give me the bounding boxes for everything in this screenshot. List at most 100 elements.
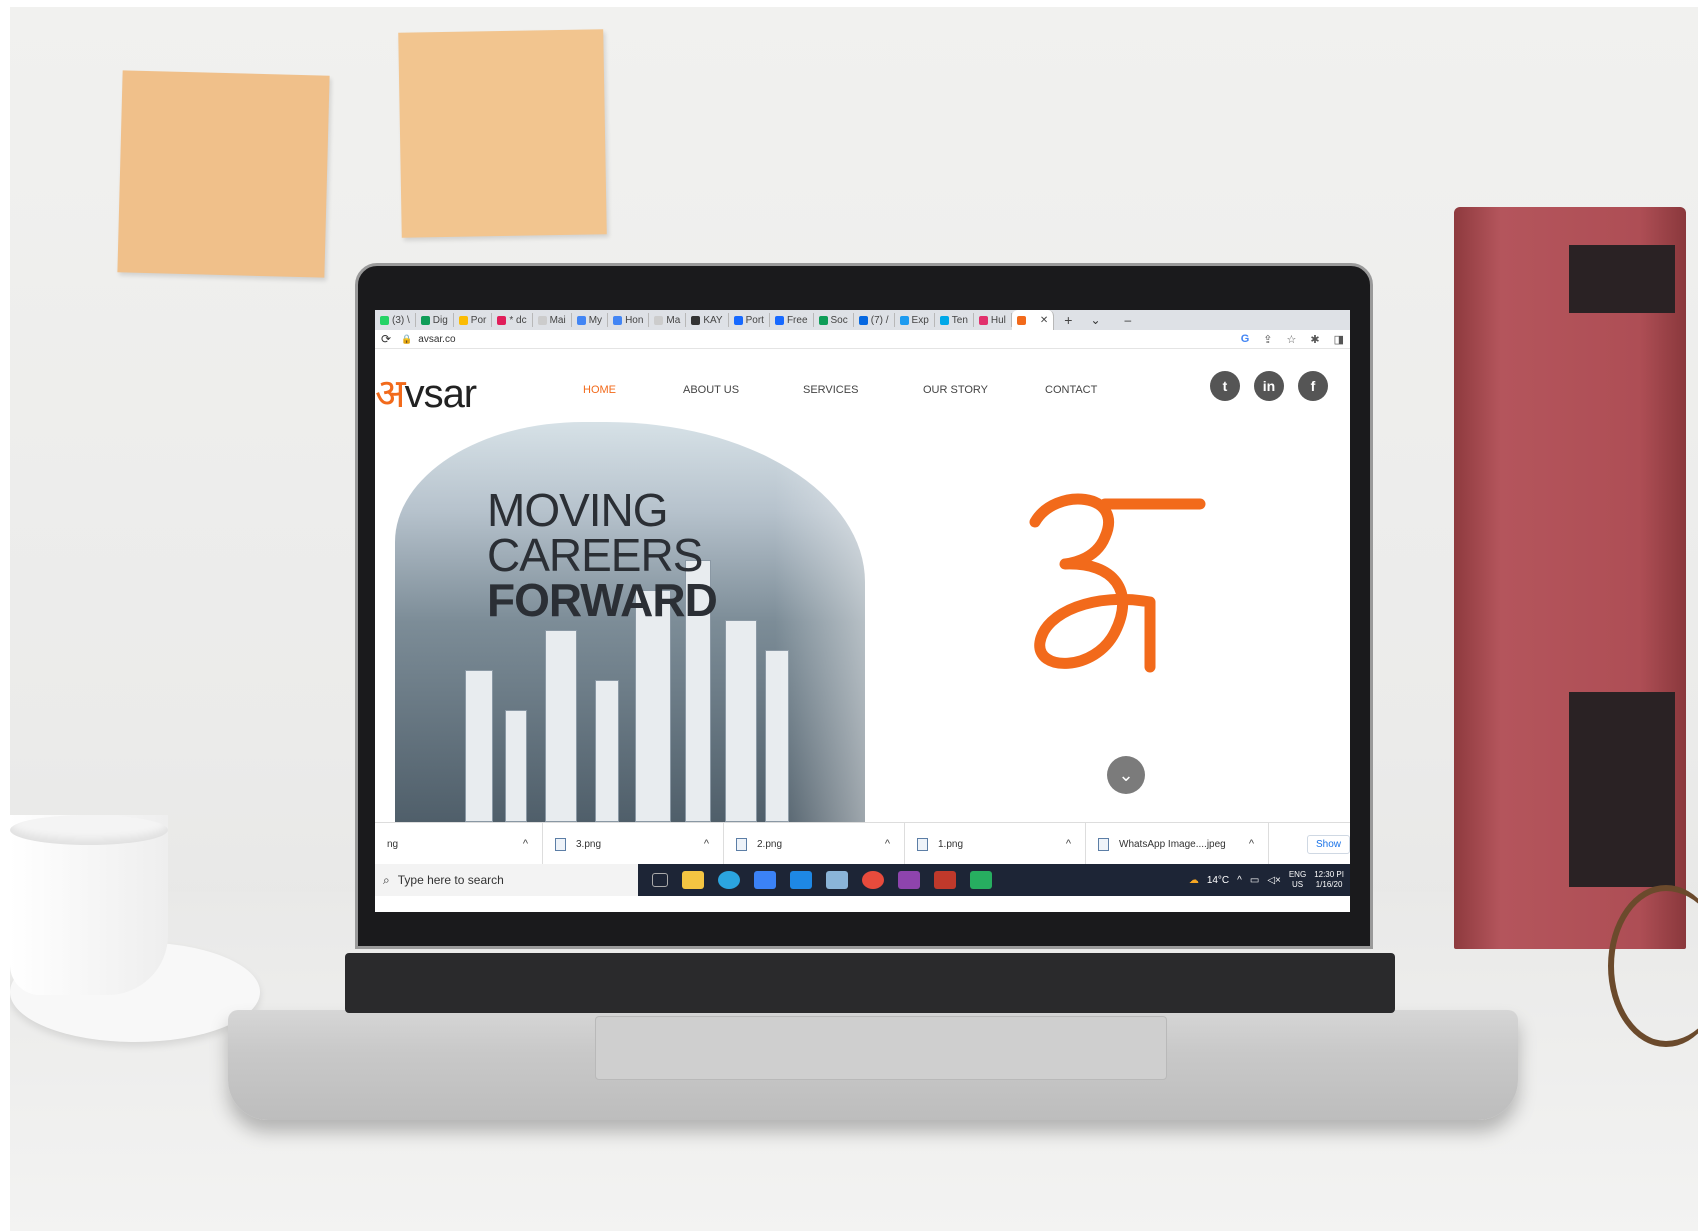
browser-tab[interactable]: My	[572, 313, 609, 327]
nav-about-us[interactable]: ABOUT US	[683, 384, 739, 396]
temperature[interactable]: 14°C	[1207, 875, 1229, 886]
browser-tab[interactable]: Ten	[935, 313, 974, 327]
laptop-screen: (3) \ Dig Por * dc Mai My Hon Ma KAY Port Free Soc (…	[375, 310, 1350, 912]
sticky-note	[398, 29, 607, 238]
mail-icon[interactable]	[790, 871, 812, 889]
downloads-bar: ng ^ 3.png ^ 2.png ^ 1.png ^ WhatsApp Image.…	[375, 822, 1350, 865]
tab-label: My	[588, 314, 603, 326]
edge-icon[interactable]	[718, 871, 740, 889]
browser-tab[interactable]: * dc	[492, 313, 533, 327]
download-item[interactable]: 1.png ^	[905, 823, 1086, 865]
tab-favicon-icon	[978, 315, 988, 325]
tab-favicon-icon	[576, 315, 586, 325]
browser-tab[interactable]: Exp	[895, 313, 935, 327]
browser-tab[interactable]: Hon	[608, 313, 650, 327]
scroll-down-button[interactable]: ⌄	[1107, 756, 1145, 794]
chevron-up-icon[interactable]: ^	[1066, 838, 1071, 850]
volume-icon[interactable]: ◁×	[1267, 875, 1281, 886]
chrome-icon[interactable]	[862, 871, 884, 889]
hero-line-careers: CAREERS	[487, 529, 703, 581]
tab-favicon-icon	[858, 315, 868, 325]
tab-label: (7) /	[870, 314, 889, 326]
download-item[interactable]: 3.png ^	[543, 823, 724, 865]
tab-favicon-icon	[1016, 315, 1026, 325]
browser-tab[interactable]: Por	[454, 313, 493, 327]
close-tab-icon[interactable]: ✕	[1040, 315, 1048, 326]
tab-favicon-icon	[774, 315, 784, 325]
minimize-icon[interactable]: –	[1125, 313, 1132, 327]
keyboard	[345, 953, 1395, 1013]
browser-tab[interactable]: (7) /	[854, 313, 895, 327]
chevron-up-icon[interactable]: ^	[1249, 838, 1254, 850]
file-explorer-icon[interactable]	[682, 871, 704, 889]
tab-label: Mai	[549, 314, 566, 326]
twitter-icon[interactable]: t	[1210, 371, 1240, 401]
task-view-icon[interactable]	[652, 873, 668, 887]
network-icon[interactable]: ▭	[1250, 875, 1259, 886]
url-text[interactable]: avsar.co	[418, 334, 455, 345]
chevron-up-icon[interactable]: ^	[523, 838, 528, 850]
browser-tab-strip: (3) \ Dig Por * dc Mai My Hon Ma KAY Port Free Soc (…	[375, 310, 1350, 330]
tab-favicon-icon	[899, 315, 909, 325]
star-icon[interactable]: ☆	[1287, 333, 1297, 346]
download-item[interactable]: WhatsApp Image....jpeg ^	[1086, 823, 1269, 865]
facebook-icon[interactable]: f	[1298, 371, 1328, 401]
clock[interactable]: 12:30 PI 1/16/20	[1314, 870, 1344, 890]
sidepanel-icon[interactable]: ◨	[1334, 333, 1344, 346]
language-indicator[interactable]: ENG US	[1289, 870, 1306, 890]
screen-bezel	[375, 912, 1350, 940]
nav-home[interactable]: HOME	[583, 384, 616, 396]
tab-favicon-icon	[537, 315, 547, 325]
app-icon[interactable]	[826, 871, 848, 889]
file-icon	[1098, 837, 1109, 851]
weather-icon[interactable]: ☁	[1189, 875, 1199, 886]
chevron-up-icon[interactable]: ^	[704, 838, 709, 850]
winrar-icon[interactable]	[898, 871, 920, 889]
browser-tab[interactable]: ✕	[1011, 310, 1055, 330]
browser-tab[interactable]: Ma	[649, 313, 687, 327]
cup-rim	[10, 815, 168, 845]
chevron-up-icon[interactable]: ^	[1237, 875, 1242, 886]
excel-icon[interactable]	[970, 871, 992, 889]
reload-icon[interactable]: ⟳	[381, 332, 391, 346]
download-item[interactable]: ng ^	[375, 823, 543, 865]
app-icon[interactable]	[934, 871, 956, 889]
tab-label: Por	[470, 314, 487, 326]
hero-banner: MOVING CAREERS FORWARD ⌄	[375, 422, 1350, 822]
extensions-icon[interactable]: ✱	[1310, 333, 1319, 346]
new-tab-button[interactable]: +	[1064, 312, 1072, 328]
browser-tab[interactable]: Dig	[416, 313, 454, 327]
browser-tab[interactable]: KAY	[686, 313, 729, 327]
avsar-logo-mark	[1029, 493, 1206, 673]
browser-tab[interactable]: (3) \	[375, 313, 416, 327]
tab-favicon-icon	[818, 315, 828, 325]
browser-tab[interactable]: Soc	[814, 313, 854, 327]
chevron-up-icon[interactable]: ^	[885, 838, 890, 850]
linkedin-icon[interactable]: in	[1254, 371, 1284, 401]
browser-tab[interactable]: Hul	[974, 313, 1012, 327]
tab-label: Ma	[666, 314, 681, 326]
search-icon: ⌕	[383, 872, 390, 887]
nav-contact[interactable]: CONTACT	[1045, 384, 1097, 396]
tab-label: (3) \	[392, 314, 410, 326]
tab-favicon-icon	[458, 315, 468, 325]
download-item[interactable]: 2.png ^	[724, 823, 905, 865]
nav-our-story[interactable]: OUR STORY	[923, 384, 988, 396]
tab-favicon-icon	[939, 315, 949, 325]
tab-favicon-icon	[654, 315, 664, 325]
share-icon[interactable]: ⇪	[1263, 333, 1272, 346]
address-bar[interactable]: ⟳ 🔒 avsar.co G ⇪ ☆ ✱ ◨	[375, 330, 1350, 349]
tab-favicon-icon	[613, 315, 623, 325]
taskbar-search[interactable]: ⌕ Type here to search	[375, 864, 638, 896]
hero-line-moving: MOVING	[487, 484, 669, 536]
book	[1454, 207, 1686, 949]
google-icon[interactable]: G	[1241, 333, 1250, 345]
site-logo[interactable]: अvsar	[375, 364, 477, 419]
show-all-downloads-button[interactable]: Show	[1306, 834, 1350, 854]
tab-search-icon[interactable]: ⌄	[1090, 313, 1100, 327]
browser-tab[interactable]: Mai	[533, 313, 572, 327]
store-icon[interactable]	[754, 871, 776, 889]
browser-tab[interactable]: Free	[770, 313, 814, 327]
browser-tab[interactable]: Port	[729, 313, 770, 327]
nav-services[interactable]: SERVICES	[803, 384, 858, 396]
